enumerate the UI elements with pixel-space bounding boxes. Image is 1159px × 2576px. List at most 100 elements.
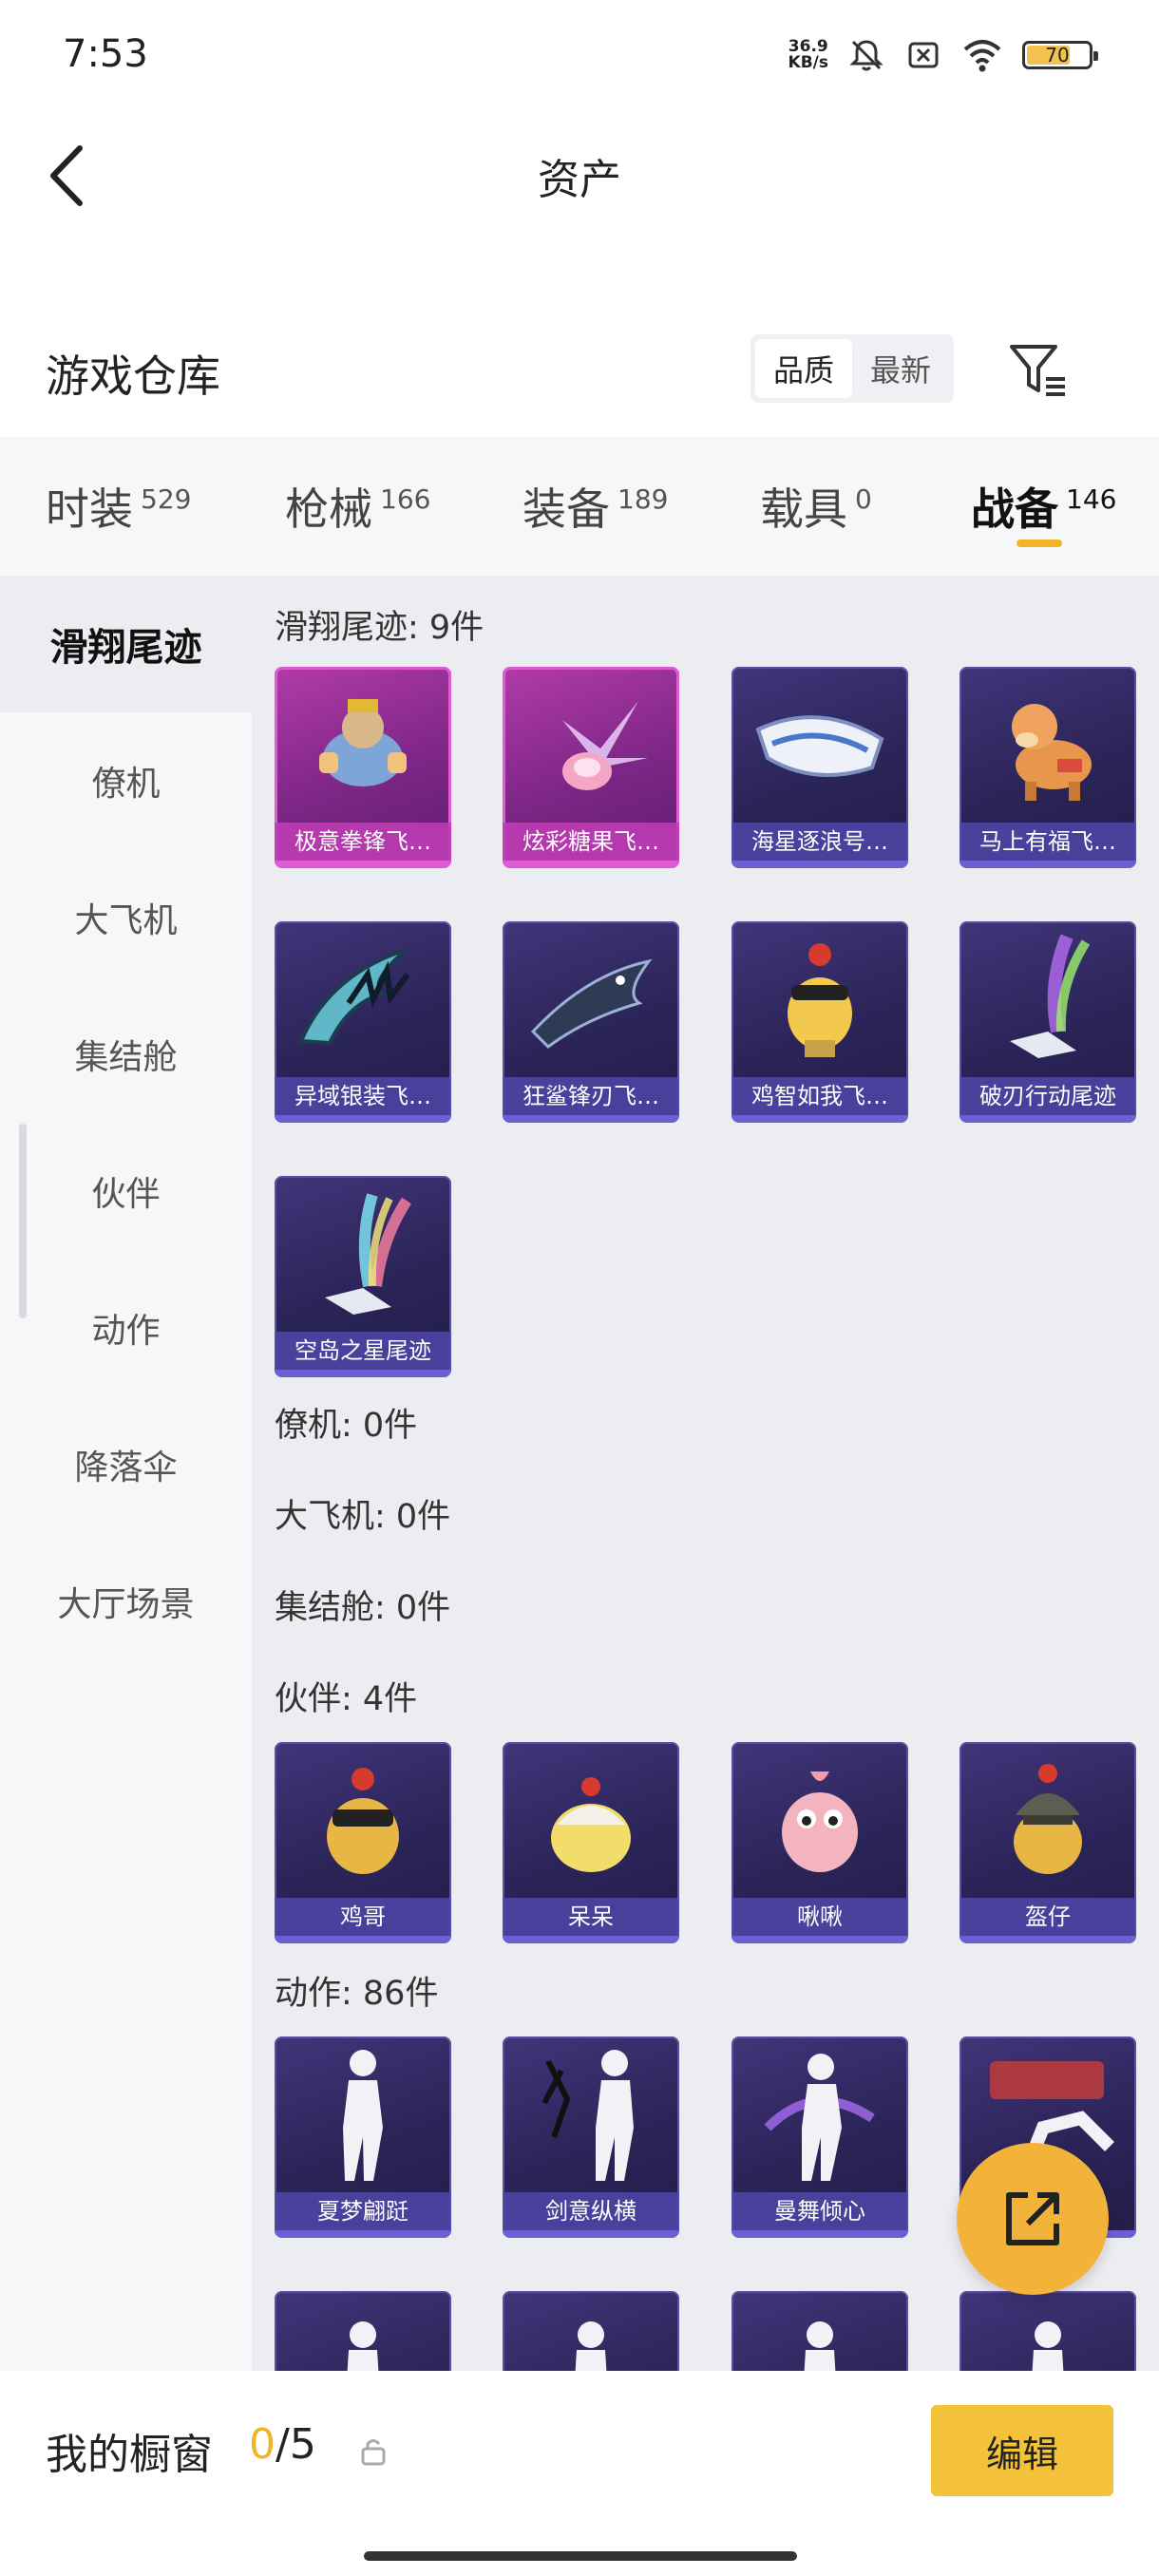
sidebar-item-parachute[interactable]: 降落伞 <box>0 1396 252 1533</box>
item-name: 鸡智如我飞… <box>732 1077 908 1115</box>
item-name: 马上有福飞… <box>960 823 1136 861</box>
item-card[interactable]: 剑意纵横 <box>503 2036 679 2238</box>
item-name: 海星逐浪号… <box>732 823 908 861</box>
wifi-icon <box>963 40 1001 72</box>
item-art <box>503 2036 679 2190</box>
page-title: 资产 <box>538 156 621 204</box>
item-card[interactable]: 破刃行动尾迹 <box>960 921 1136 1123</box>
battery-indicator: 70 <box>1022 41 1098 69</box>
tab-fashion[interactable]: 时装 529 <box>46 437 191 576</box>
warehouse-title: 游戏仓库 <box>46 350 220 402</box>
tab-equipment[interactable]: 装备 189 <box>522 437 668 576</box>
item-card[interactable]: 空岛之星尾迹 <box>275 1176 451 1377</box>
edit-button[interactable]: 编辑 <box>931 2405 1113 2496</box>
sidebar-scrollbar[interactable] <box>19 1124 27 1318</box>
lock-icon <box>361 2439 386 2466</box>
item-art <box>275 2036 451 2190</box>
filter-button[interactable] <box>1005 338 1072 401</box>
sidebar-item-partner[interactable]: 伙伴 <box>0 1123 252 1260</box>
sort-toggle: 品质 最新 <box>750 334 954 403</box>
item-card[interactable] <box>275 2291 451 2371</box>
item-card[interactable] <box>732 2291 908 2371</box>
item-art <box>503 667 679 821</box>
item-art <box>275 1176 451 1330</box>
network-speed: 36.9 KB/s <box>788 37 828 72</box>
item-card[interactable]: 鸡智如我飞… <box>732 921 908 1123</box>
tab-firearms[interactable]: 枪械 166 <box>285 437 430 576</box>
item-card[interactable]: 盔仔 <box>960 1742 1136 1943</box>
item-name: 破刃行动尾迹 <box>960 1077 1136 1115</box>
content-area: 滑翔尾迹: 9件 极意拳锋飞… 炫彩糖果飞… 海星逐浪号… 马上有福飞… 异域银… <box>252 576 1159 2371</box>
item-art <box>732 2291 908 2371</box>
section-title-glide: 滑翔尾迹: 9件 <box>275 609 484 647</box>
sidebar-item-pod[interactable]: 集结舱 <box>0 986 252 1123</box>
item-card[interactable]: 狂鲨锋刃飞… <box>503 921 679 1123</box>
battery-text: 70 <box>1045 44 1070 66</box>
bell-muted-icon <box>849 40 884 71</box>
sidebar-item-emote[interactable]: 动作 <box>0 1260 252 1396</box>
item-art <box>275 921 451 1075</box>
item-art <box>732 2036 908 2190</box>
item-art <box>960 921 1136 1075</box>
item-card[interactable]: 马上有福飞… <box>960 667 1136 868</box>
item-name: 异域银装飞… <box>275 1077 451 1115</box>
sort-by-quality[interactable]: 品质 <box>755 339 852 398</box>
sidebar-item-wingman[interactable]: 僚机 <box>0 712 252 849</box>
item-name: 狂鲨锋刃飞… <box>503 1077 679 1115</box>
item-art <box>960 2291 1136 2371</box>
section-title-plane: 大飞机: 0件 <box>275 1498 451 1536</box>
item-name: 盔仔 <box>960 1898 1136 1936</box>
item-name: 鸡哥 <box>275 1898 451 1936</box>
share-icon <box>1006 2192 1059 2245</box>
share-fab[interactable] <box>957 2143 1109 2295</box>
item-art <box>503 2291 679 2371</box>
status-time: 7:53 <box>63 32 148 76</box>
item-card[interactable]: 鸡哥 <box>275 1742 451 1943</box>
sidebar-item-lobby-scene[interactable]: 大厅场景 <box>0 1533 252 1670</box>
item-name: 极意拳锋飞… <box>275 823 451 861</box>
item-card[interactable]: 曼舞倾心 <box>732 2036 908 2238</box>
item-name: 啾啾 <box>732 1898 908 1936</box>
item-card[interactable]: 夏梦翩跹 <box>275 2036 451 2238</box>
item-card[interactable] <box>960 2291 1136 2371</box>
home-indicator[interactable] <box>364 2551 797 2561</box>
bottom-bar: 我的橱窗 0/5 编辑 <box>0 2371 1159 2576</box>
item-card[interactable]: 啾啾 <box>732 1742 908 1943</box>
item-card[interactable]: 海星逐浪号… <box>732 667 908 868</box>
sidebar-item-plane[interactable]: 大飞机 <box>0 849 252 986</box>
tab-vehicles[interactable]: 载具 0 <box>760 437 872 576</box>
sim-off-icon <box>908 42 939 68</box>
section-title-wingman: 僚机: 0件 <box>275 1407 418 1445</box>
sidebar: 滑翔尾迹 僚机 大飞机 集结舱 伙伴 动作 降落伞 大厅场景 <box>0 576 252 2371</box>
item-card[interactable]: 异域银装飞… <box>275 921 451 1123</box>
item-card[interactable]: 呆呆 <box>503 1742 679 1943</box>
status-icons: 36.9 KB/s 70 <box>788 32 1098 78</box>
active-tab-indicator <box>1016 540 1062 547</box>
tab-war-prep[interactable]: 战备 146 <box>971 437 1116 576</box>
item-art <box>960 1742 1136 1896</box>
showcase-label: 我的橱窗 <box>46 2431 213 2479</box>
status-bar: 7:53 36.9 KB/s 70 <box>0 0 1159 109</box>
item-art <box>732 1742 908 1896</box>
item-art <box>960 667 1136 821</box>
item-art <box>275 667 451 821</box>
item-card[interactable] <box>503 2291 679 2371</box>
item-name: 炫彩糖果飞… <box>503 823 679 861</box>
item-card[interactable]: 极意拳锋飞… <box>275 667 451 868</box>
filter-icon <box>1010 345 1065 396</box>
item-art <box>732 921 908 1075</box>
section-title-pod: 集结舱: 0件 <box>275 1589 451 1627</box>
item-art <box>275 1742 451 1896</box>
app-header: 资产 <box>0 109 1159 242</box>
item-art <box>503 921 679 1075</box>
item-card[interactable]: 炫彩糖果飞… <box>503 667 679 868</box>
sidebar-item-glide-trail[interactable]: 滑翔尾迹 <box>0 576 252 712</box>
item-art <box>732 667 908 821</box>
item-art <box>503 1742 679 1896</box>
item-name: 剑意纵横 <box>503 2192 679 2230</box>
sort-by-newest[interactable]: 最新 <box>852 339 949 398</box>
item-name: 空岛之星尾迹 <box>275 1332 451 1370</box>
item-name: 夏梦翩跹 <box>275 2192 451 2230</box>
section-title-partner: 伙伴: 4件 <box>275 1680 418 1718</box>
category-tabs: 时装 529 枪械 166 装备 189 载具 0 战备 146 <box>0 437 1159 576</box>
